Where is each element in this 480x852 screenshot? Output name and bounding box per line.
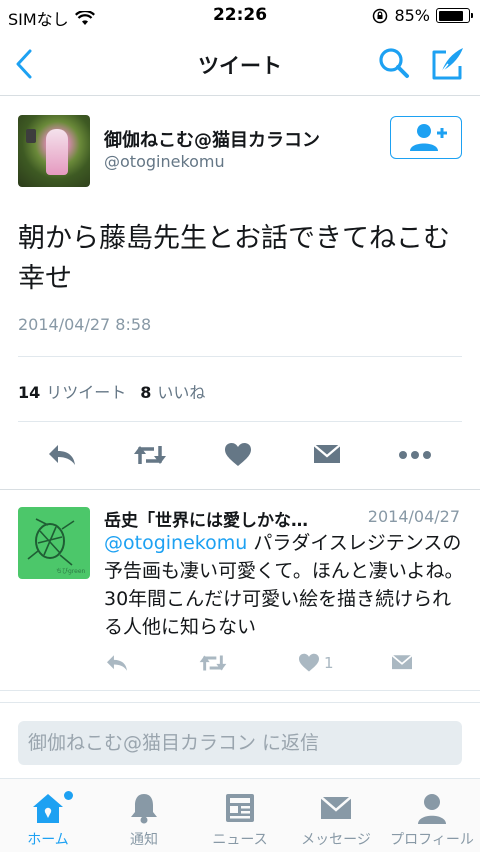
tab-notifications[interactable]: 通知: [96, 779, 192, 852]
search-icon: [379, 48, 409, 78]
envelope-icon: [313, 444, 341, 463]
divider: [18, 356, 462, 357]
message-button[interactable]: [307, 437, 347, 473]
compose-button[interactable]: [430, 44, 466, 82]
reply-author-avatar[interactable]: ちびgreen: [18, 507, 90, 579]
retweet-button[interactable]: [130, 437, 170, 473]
avatar-drawing: ちびgreen: [27, 518, 86, 575]
like-button[interactable]: [218, 437, 258, 473]
more-icon: [399, 451, 431, 459]
tab-profile[interactable]: プロフィール: [384, 779, 480, 852]
retweet-stat[interactable]: 14 リツイート: [18, 379, 126, 403]
reply-actions: 1: [0, 650, 480, 676]
reply-reply-button[interactable]: [104, 650, 130, 676]
search-button[interactable]: [376, 46, 412, 82]
avatar-lamp-shape: [26, 129, 36, 143]
more-button[interactable]: [395, 437, 435, 473]
tab-messages[interactable]: メッセージ: [288, 779, 384, 852]
like-stat[interactable]: 8 いいね: [140, 379, 205, 403]
divider: [18, 421, 462, 422]
retweet-icon: [199, 655, 227, 671]
tab-home[interactable]: ホーム: [0, 779, 96, 852]
reply-date: 2014/04/27: [367, 507, 460, 526]
news-icon: [226, 794, 254, 822]
avatar-figure-shape: [46, 129, 68, 175]
author-avatar[interactable]: [18, 115, 90, 187]
tweet-actions: [0, 437, 480, 473]
reply-author-name[interactable]: 岳史「世界には愛しかな…: [104, 506, 344, 531]
reply-composer: [0, 702, 480, 778]
envelope-icon: [391, 654, 413, 670]
new-tweets-dot: [64, 791, 73, 800]
tab-bar: ホーム 通知 ニュース メッセージ プロフィール: [0, 778, 480, 852]
nav-bar: ツイート: [0, 32, 480, 96]
status-right: 85%: [372, 6, 473, 25]
person-icon: [418, 794, 446, 824]
tab-news-label: ニュース: [212, 832, 268, 848]
heart-icon: [299, 653, 319, 672]
reply-icon: [49, 445, 75, 465]
retweet-icon: [134, 446, 166, 464]
tab-notifications-label: 通知: [130, 832, 158, 848]
mention-link[interactable]: @otoginekomu: [104, 532, 247, 554]
reply-input[interactable]: [18, 721, 462, 765]
reply-message-button[interactable]: [390, 650, 414, 676]
like-count: 8: [140, 383, 152, 402]
reply-button[interactable]: [42, 437, 82, 473]
tab-home-label: ホーム: [27, 832, 69, 848]
tweet-text: 朝から藤島先生とお話できてねこむ幸せ: [18, 223, 450, 294]
envelope-icon: [320, 796, 352, 819]
tweet-stats: 14 リツイート 8 いいね: [18, 379, 205, 403]
reply-text: @otoginekomu パラダイスレジテンスの予告画も凄い可愛くて。ほんと凄い…: [104, 529, 466, 641]
add-user-icon: [410, 124, 447, 151]
battery-percent: 85%: [394, 6, 430, 25]
tab-news[interactable]: ニュース: [192, 779, 288, 852]
battery-fill: [438, 10, 464, 21]
reply-icon: [107, 655, 127, 671]
reply-retweet-button[interactable]: [198, 650, 228, 676]
compose-icon: [432, 48, 463, 80]
like-stat-label: いいね: [157, 383, 206, 402]
author-handle[interactable]: @otoginekomu: [104, 152, 225, 171]
divider: [0, 489, 480, 490]
retweet-count: 14: [18, 383, 41, 402]
reply-like-button[interactable]: 1: [298, 650, 334, 676]
heart-icon: [225, 443, 251, 466]
status-bar: SIMなし 22:26 85%: [0, 0, 480, 32]
tweet-timestamp: 2014/04/27 8:58: [18, 315, 152, 334]
battery-icon: [436, 8, 473, 23]
retweet-stat-label: リツイート: [46, 383, 127, 402]
home-icon: [33, 794, 63, 823]
tab-messages-label: メッセージ: [301, 832, 371, 848]
divider: [0, 690, 480, 691]
bell-icon: [131, 794, 157, 824]
reply-like-count: 1: [324, 654, 334, 672]
svg-text:ちびgreen: ちびgreen: [56, 567, 86, 575]
author-name[interactable]: 御伽ねこむ@猫目カラコン: [104, 126, 320, 152]
orientation-lock-icon: [373, 8, 388, 23]
follow-button[interactable]: [390, 116, 462, 159]
tab-profile-label: プロフィール: [390, 832, 474, 848]
